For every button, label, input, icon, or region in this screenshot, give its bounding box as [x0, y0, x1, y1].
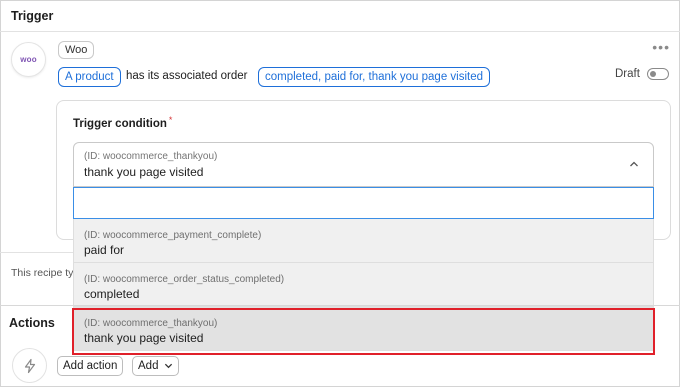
integration-badge: Woo [58, 41, 95, 59]
logo-text: woo [20, 55, 37, 64]
sentence-text: has its associated order [126, 70, 248, 82]
draft-toggle[interactable] [647, 68, 669, 80]
token-order-status[interactable]: completed, paid for, thank you page visi… [258, 67, 491, 87]
section-title-actions: Actions [9, 316, 55, 330]
add-action-button[interactable]: Add action [57, 356, 124, 376]
bolt-icon [12, 348, 47, 383]
more-horizontal-icon[interactable]: ••• [652, 40, 670, 54]
option-label: completed [84, 287, 140, 301]
draft-label: Draft [615, 68, 640, 80]
required-marker: * [168, 115, 173, 125]
selected-option-value: thank you page visited [84, 165, 204, 179]
condition-select[interactable]: (ID: woocommerce_thankyou) thank you pag… [73, 142, 654, 187]
option-thank-you-page-visited[interactable]: (ID: woocommerce_thankyou) thank you pag… [73, 307, 654, 351]
recipe-note: This recipe ty [11, 267, 73, 279]
option-completed[interactable]: (ID: woocommerce_order_status_completed)… [73, 263, 654, 307]
trigger-condition-title: Trigger condition * [73, 115, 173, 130]
condition-options-list: (ID: woocommerce_payment_complete) paid … [73, 219, 654, 351]
add-dropdown-button[interactable]: Add [132, 356, 179, 376]
option-label: thank you page visited [84, 331, 204, 345]
chevron-down-icon [164, 364, 172, 369]
header-divider [0, 31, 680, 32]
option-id: (ID: woocommerce_order_status_completed) [84, 274, 285, 285]
actions-divider [0, 305, 680, 306]
option-id: (ID: woocommerce_payment_complete) [84, 230, 262, 241]
selected-option-id: (ID: woocommerce_thankyou) [84, 151, 218, 162]
token-product[interactable]: A product [58, 67, 121, 87]
condition-search-input[interactable] [73, 187, 654, 219]
option-id: (ID: woocommerce_thankyou) [84, 318, 218, 329]
chevron-up-icon[interactable] [629, 159, 639, 169]
add-label: Add [138, 360, 159, 372]
option-paid-for[interactable]: (ID: woocommerce_payment_complete) paid … [73, 219, 654, 263]
section-divider [0, 252, 73, 253]
section-title-trigger: Trigger [11, 9, 54, 23]
trigger-condition-label: Trigger condition [73, 118, 167, 130]
option-label: paid for [84, 243, 125, 257]
woocommerce-logo-icon: woo [11, 42, 46, 77]
